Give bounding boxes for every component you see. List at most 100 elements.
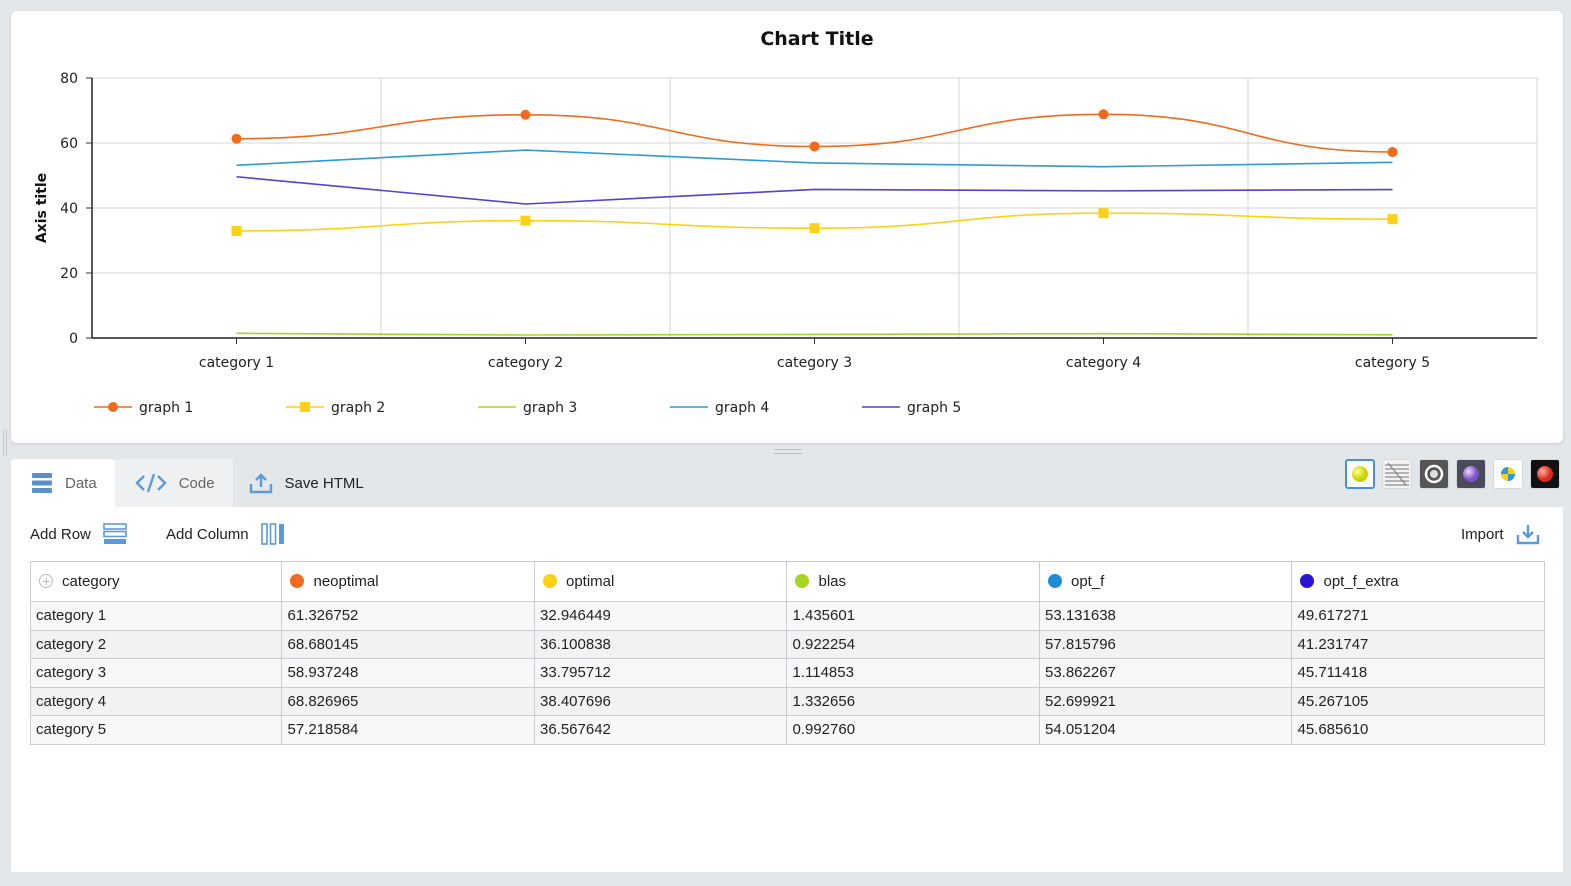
series-color-dot[interactable] [290, 574, 305, 588]
table-cell[interactable]: category 1 [29, 601, 283, 631]
table-cell[interactable]: 52.699921 [1038, 686, 1293, 716]
tab-data-label: Data [65, 474, 97, 492]
table-cell[interactable]: 36.100838 [533, 629, 788, 659]
table-cell[interactable]: 58.937248 [281, 658, 535, 688]
table-cell[interactable]: 32.946449 [533, 601, 788, 631]
column-header-2[interactable]: optimal [533, 561, 788, 602]
table-cell[interactable]: category 5 [29, 715, 283, 745]
series-line-5 [236, 175, 1393, 205]
data-point [520, 109, 531, 120]
add-column-icon [260, 523, 285, 545]
code-icon [134, 473, 167, 493]
table-cell[interactable]: 36.567642 [533, 715, 788, 745]
theme-stripes-button[interactable] [1382, 459, 1412, 489]
data-table: category neoptimal optimal blas opt_f opt_f_e… [29, 561, 1545, 745]
table-cell[interactable]: 53.131638 [1038, 601, 1293, 631]
vertical-resize-handle[interactable] [3, 430, 7, 456]
series-color-dot[interactable] [795, 574, 810, 588]
table-cell[interactable]: 53.862267 [1038, 658, 1293, 688]
table-cell[interactable]: 0.992760 [786, 715, 1040, 745]
import-button[interactable]: Import [1461, 523, 1540, 545]
y-axis-title: Axis title [34, 173, 50, 243]
theme-yellow-ball-button[interactable] [1345, 459, 1375, 489]
column-header-label: opt_f [1070, 573, 1105, 590]
table-cell[interactable]: category 3 [29, 658, 283, 688]
table-cell[interactable]: 68.680145 [281, 629, 535, 659]
tab-data[interactable]: Data [11, 459, 115, 507]
x-tick-label: category 1 [199, 355, 274, 371]
theme-blue-yellow-button[interactable] [1493, 459, 1523, 489]
legend-label: graph 1 [139, 400, 193, 416]
table-cell[interactable]: 45.711418 [1291, 658, 1545, 688]
table-cell[interactable]: 33.795712 [533, 658, 788, 688]
table-cell[interactable]: 1.114853 [786, 658, 1040, 688]
table-cell[interactable]: 68.826965 [281, 686, 535, 716]
legend-label: graph 4 [715, 400, 769, 416]
table-cell[interactable]: category 4 [29, 686, 283, 716]
table-cell[interactable]: 57.218584 [281, 715, 535, 745]
add-column-label: Add Column [166, 525, 249, 543]
theme-ring-button[interactable] [1419, 459, 1449, 489]
column-header-label: category [62, 573, 120, 590]
table-cell[interactable]: 1.332656 [786, 686, 1040, 716]
x-tick-label: category 5 [1355, 355, 1430, 371]
table-cell[interactable]: category 2 [29, 629, 283, 659]
save-html-label: Save HTML [284, 474, 364, 492]
column-header-3[interactable]: blas [786, 561, 1040, 602]
add-icon[interactable] [39, 574, 53, 588]
horizontal-resize-handle[interactable] [774, 449, 802, 454]
series-color-dot[interactable] [1300, 574, 1315, 588]
data-point [1098, 208, 1109, 219]
chart-panel: Chart Title 0 20 40 60 80 category 1 category 2… [11, 11, 1563, 443]
series-color-dot[interactable] [542, 574, 557, 588]
theme-red-ball-button[interactable] [1530, 459, 1560, 489]
save-html-button[interactable]: Save HTML [233, 459, 382, 507]
add-row-label: Add Row [30, 525, 91, 543]
column-header-label: optimal [565, 573, 615, 590]
table-cell[interactable]: 0.922254 [786, 629, 1040, 659]
data-point [1387, 214, 1398, 225]
upload-icon [249, 472, 273, 494]
tab-bar: Data Code Save HTML [11, 459, 382, 507]
table-cell[interactable]: 61.326752 [281, 601, 535, 631]
y-tick-label: 20 [60, 266, 78, 282]
red-ball-icon [1537, 466, 1553, 482]
data-point [1098, 109, 1109, 120]
tab-code[interactable]: Code [114, 459, 233, 507]
y-tick-label: 80 [60, 71, 78, 87]
table-cell[interactable]: 45.685610 [1291, 715, 1545, 745]
table-cell[interactable]: 49.617271 [1291, 601, 1545, 631]
column-header-0[interactable]: category [29, 561, 283, 602]
table-cell[interactable]: 38.407696 [533, 686, 788, 716]
table-cell[interactable]: 57.815796 [1038, 629, 1293, 659]
stripes-icon [1385, 462, 1409, 486]
data-point [520, 215, 531, 226]
column-header-4[interactable]: opt_f [1038, 561, 1293, 602]
column-header-5[interactable]: opt_f_extra [1291, 561, 1545, 602]
data-table-icon [31, 472, 53, 494]
table-cell[interactable]: 54.051204 [1038, 715, 1293, 745]
y-tick-label: 40 [60, 201, 78, 217]
table-cell[interactable]: 41.231747 [1291, 629, 1545, 659]
table-row: category 5 57.218584 36.567642 0.992760 54.0… [29, 715, 1545, 745]
column-header-1[interactable]: neoptimal [281, 561, 535, 602]
legend-label: graph 5 [907, 400, 961, 416]
table-row: category 1 61.326752 32.946449 1.435601 53.1… [29, 601, 1545, 631]
series-color-dot[interactable] [1047, 574, 1062, 588]
add-row-button[interactable]: Add Row [30, 523, 127, 545]
data-point [1387, 147, 1398, 158]
y-tick-label: 60 [60, 136, 78, 152]
theme-purple-ball-button[interactable] [1456, 459, 1486, 489]
add-column-button[interactable]: Add Column [166, 523, 285, 545]
table-cell[interactable]: 1.435601 [786, 601, 1040, 631]
data-point [231, 225, 242, 236]
y-tick-label: 0 [69, 331, 78, 347]
data-point [809, 141, 820, 152]
column-header-label: blas [818, 573, 847, 590]
yellow-ball-icon [1352, 466, 1368, 482]
import-label: Import [1461, 525, 1504, 543]
download-icon [1516, 523, 1540, 545]
legend-label: graph 3 [523, 400, 577, 416]
table-cell[interactable]: 45.267105 [1291, 686, 1545, 716]
column-header-label: opt_f_extra [1323, 573, 1399, 590]
